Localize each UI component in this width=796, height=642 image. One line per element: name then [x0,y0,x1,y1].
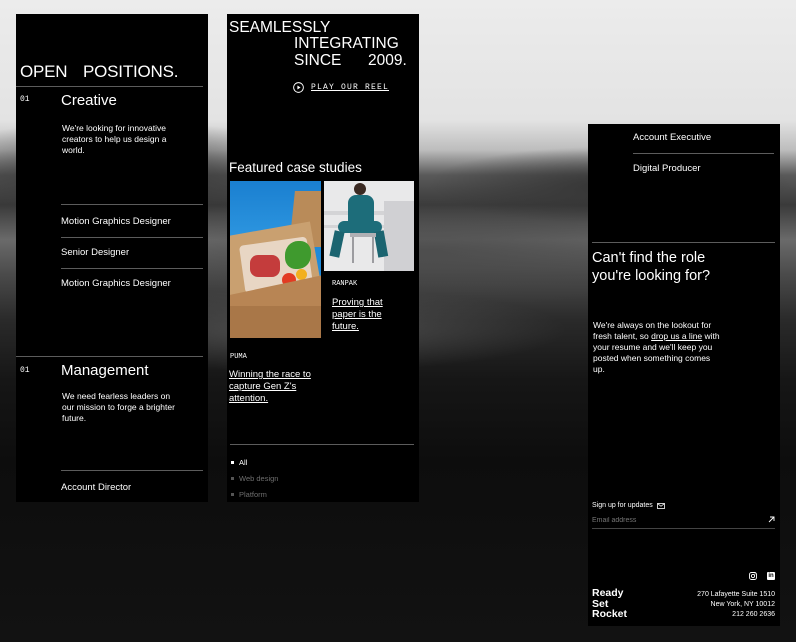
address-street: 270 Lafayette Suite 1510 [697,591,775,598]
cta-heading-line-2: you're looking for? [592,268,711,284]
phone-number[interactable]: 212 260 2636 [697,610,775,620]
divider [16,356,203,357]
category-creative-title: Creative [61,92,117,109]
job-digital-producer[interactable]: Digital Producer [633,163,701,174]
hero-line-1: SEAMLESSLY [229,19,331,36]
divider [61,204,203,205]
play-reel-button[interactable]: PLAY OUR REEL [293,82,389,93]
ranpak-case-image[interactable] [324,181,414,271]
email-underline [592,528,775,529]
logo-line-rocket: Rocket [592,608,628,620]
hero-line-2: INTEGRATING [294,35,399,52]
puma-case-image[interactable] [230,181,321,338]
open-positions-panel: OPEN POSITIONS. 01 Creative We're lookin… [16,14,208,502]
logo-line-ready: Ready [592,587,624,599]
divider [230,444,414,445]
bullet-icon [231,461,234,464]
cta-heading-line-1: Can't find the role [592,250,706,266]
address-city: New York, NY 10012 [710,601,775,608]
filter-platform-label: Platform [239,490,267,499]
arrow-up-right-icon[interactable] [768,516,775,523]
positions-title-open: OPEN [20,62,68,81]
ready-set-rocket-logo[interactable]: Ready Set Rocket [592,588,627,620]
category-number: 01 [20,366,30,375]
address-block: 270 Lafayette Suite 1510 New York, NY 10… [697,590,775,620]
instagram-icon[interactable] [749,572,757,580]
hero-line-3a: SINCE [294,52,342,69]
case-client-ranpak: RANPAK [332,280,358,288]
divider [592,242,775,243]
filter-web-design-label: Web design [239,474,279,483]
cta-body: We're always on the lookout for fresh ta… [593,320,721,375]
linkedin-icon[interactable]: in [767,572,775,580]
play-reel-label: PLAY OUR REEL [311,83,390,92]
contact-panel: Account Executive Digital Producer Can't… [588,124,780,626]
divider [16,86,203,87]
featured-heading: Featured case studies [229,160,362,175]
email-input[interactable] [592,514,762,526]
case-title-ranpak[interactable]: Proving that paper is the future. [332,297,396,333]
filter-all-label: All [239,458,248,467]
divider [61,268,203,269]
filter-all[interactable]: All [231,458,247,467]
signup-label: Sign up for updates [592,502,653,509]
divider [633,153,774,154]
filter-web-design[interactable]: Web design [231,474,278,483]
job-motion-graphics-designer[interactable]: Motion Graphics Designer [61,216,171,227]
bullet-icon [231,493,234,496]
filter-platform[interactable]: Platform [231,490,267,499]
category-number: 01 [20,95,30,104]
category-creative-description: We're looking for innovative creators to… [62,123,167,155]
mail-icon [656,502,665,509]
positions-title-positions: POSITIONS. [83,62,179,81]
play-icon [293,82,304,93]
bullet-icon [231,477,234,480]
job-account-director[interactable]: Account Director [61,482,131,493]
case-title-puma[interactable]: Winning the race to capture Gen Z's atte… [229,369,321,405]
drop-us-a-line-link[interactable]: drop us a line [651,331,702,341]
signup-label-row: Sign up for updates [592,502,665,509]
job-motion-graphics-designer-2[interactable]: Motion Graphics Designer [61,278,171,289]
category-management-title: Management [61,362,149,379]
category-management-description: We need fearless leaders on our mission … [62,391,175,423]
job-senior-designer[interactable]: Senior Designer [61,247,129,258]
job-account-executive[interactable]: Account Executive [633,132,711,143]
divider [61,237,203,238]
divider [61,470,203,471]
hero-line-3b: 2009. [368,52,407,69]
featured-panel: SEAMLESSLY INTEGRATING SINCE 2009. PLAY … [227,14,419,502]
case-client-puma: PUMA [230,353,247,361]
